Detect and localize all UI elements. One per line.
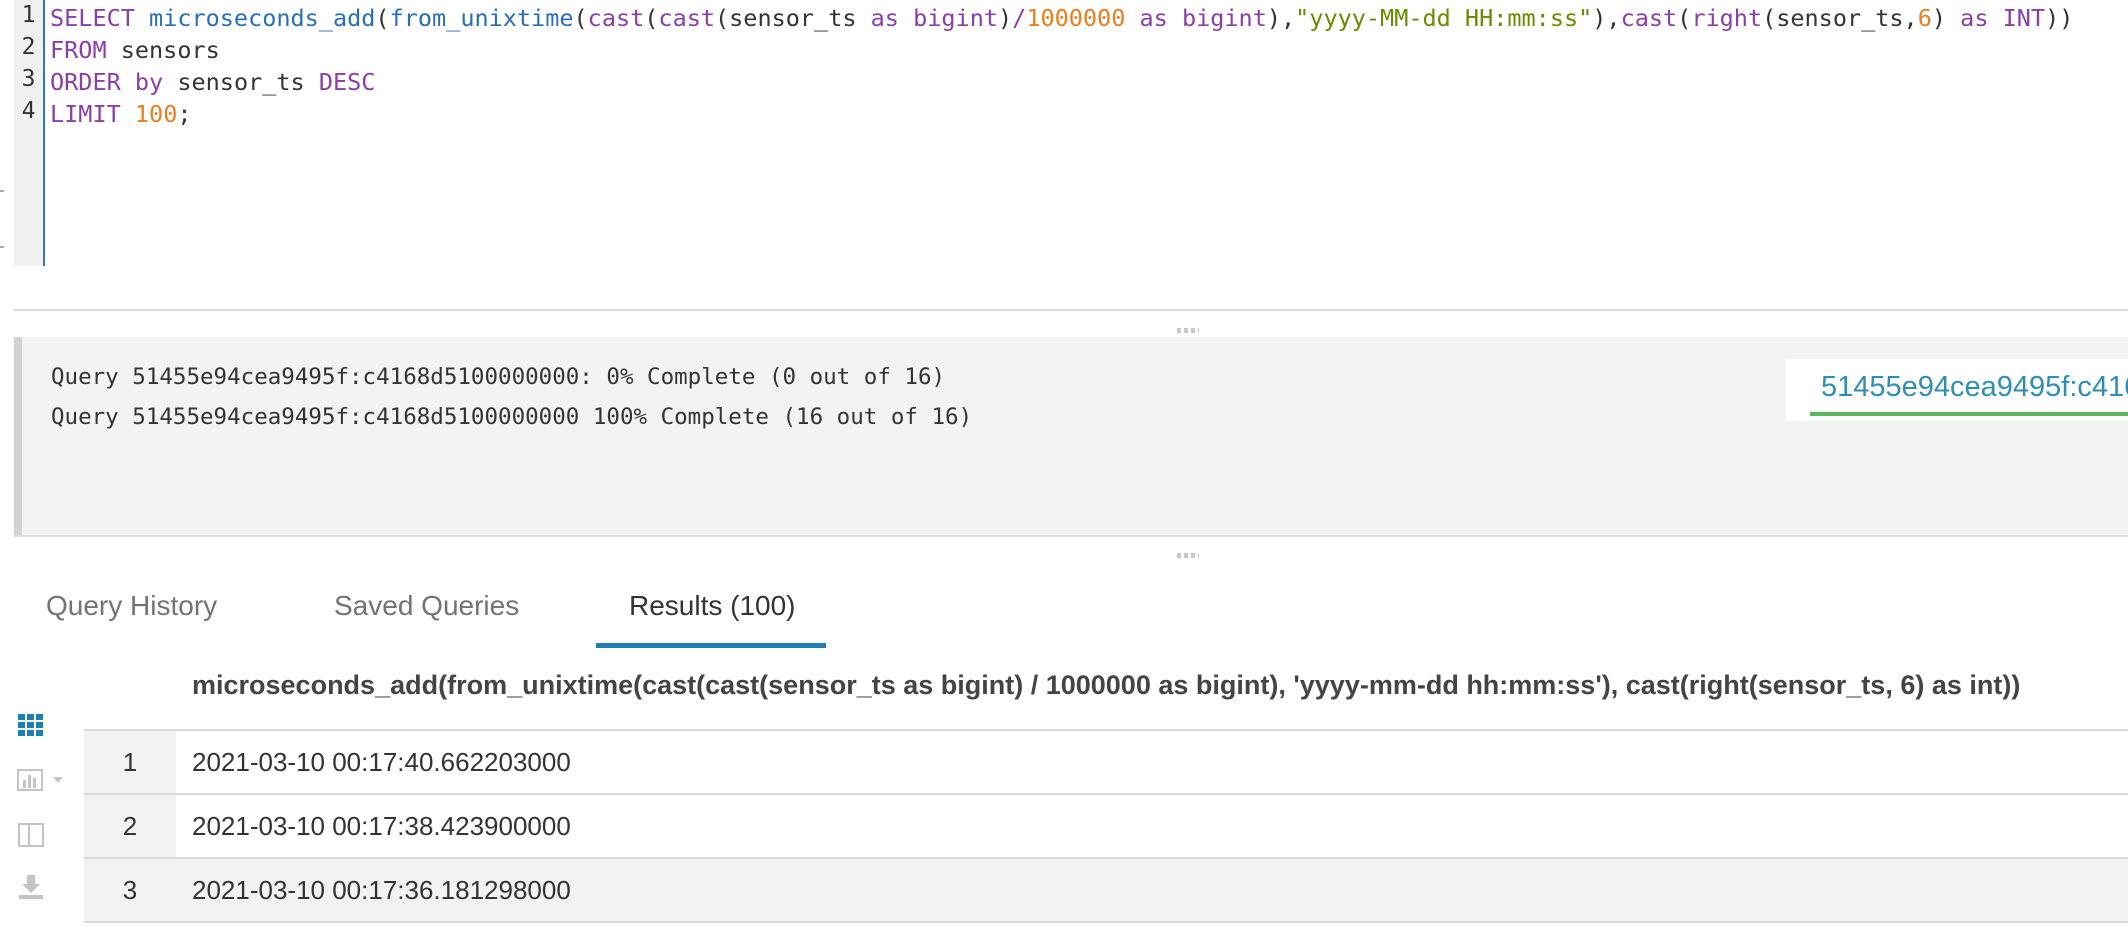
line-number: 1 bbox=[21, 2, 36, 28]
code-text: (sensor_ts bbox=[715, 4, 871, 32]
bar-chart-icon[interactable] bbox=[16, 765, 72, 795]
query-id-link[interactable]: 51455e94cea9495f:c4168 bbox=[1821, 371, 2128, 404]
row-number: 2 bbox=[84, 795, 176, 857]
sql-keyword: as bbox=[1960, 4, 1989, 32]
sql-number: 100 bbox=[134, 100, 178, 128]
code-text: ( bbox=[1677, 4, 1692, 32]
cell-value[interactable]: 2021-03-10 00:17:38.423900000 bbox=[192, 795, 571, 857]
sql-function: cast bbox=[1620, 4, 1678, 32]
sql-keyword: SELECT bbox=[50, 4, 135, 32]
code-text: sensors bbox=[106, 36, 220, 64]
sql-function: microseconds_add bbox=[149, 4, 376, 32]
code-text: ( bbox=[573, 4, 588, 32]
cell-value[interactable]: 2021-03-10 00:17:36.181298000 bbox=[192, 859, 571, 921]
row-number: 3 bbox=[84, 859, 176, 921]
line-number: 4 bbox=[21, 98, 36, 124]
sql-function: cast bbox=[587, 4, 645, 32]
line-number-gutter: 1 2 3 4 bbox=[14, 0, 45, 266]
log-divider bbox=[14, 535, 2128, 537]
code-text: sensor_ts bbox=[163, 68, 319, 96]
table-row[interactable]: 2 2021-03-10 00:17:38.423900000 bbox=[84, 793, 2128, 857]
code-text: (sensor_ts, bbox=[1762, 4, 1918, 32]
sql-keyword: by bbox=[134, 68, 164, 96]
line-number: 2 bbox=[21, 34, 36, 60]
row-number: 1 bbox=[84, 731, 176, 793]
tab-results[interactable]: Results (100) bbox=[629, 590, 796, 622]
download-icon[interactable] bbox=[16, 872, 46, 902]
code-line-4: LIMIT 100; bbox=[50, 98, 192, 130]
sql-function: right bbox=[1691, 4, 1763, 32]
code-text: ), bbox=[1592, 4, 1621, 32]
sql-editor[interactable]: 1 2 3 4 SELECT microseconds_add(from_uni… bbox=[14, 0, 2128, 266]
results-column-header[interactable]: microseconds_add(from_unixtime(cast(cast… bbox=[192, 670, 2020, 701]
resize-handle[interactable] bbox=[1177, 553, 1199, 558]
editor-divider bbox=[14, 309, 2128, 311]
code-text: ( bbox=[644, 4, 659, 32]
code-text: ) bbox=[1931, 4, 1961, 32]
sql-keyword: FROM bbox=[50, 36, 107, 64]
resize-handle[interactable] bbox=[1177, 328, 1199, 333]
table-row[interactable]: 3 2021-03-10 00:17:36.181298000 bbox=[84, 857, 2128, 923]
sql-keyword: DESC bbox=[318, 68, 376, 96]
sql-string: "yyyy-MM-dd HH:mm:ss" bbox=[1295, 4, 1593, 32]
sql-function: from_unixtime bbox=[389, 4, 574, 32]
log-line: Query 51455e94cea9495f:c4168d5100000000 … bbox=[51, 404, 973, 430]
code-text: ), bbox=[1266, 4, 1296, 32]
sql-number: 1000000 bbox=[1026, 4, 1126, 32]
code-line-1: SELECT microseconds_add(from_unixtime(ca… bbox=[50, 2, 2073, 34]
code-text: ( bbox=[375, 4, 390, 32]
grid-icon[interactable] bbox=[16, 710, 46, 740]
sql-keyword: as bbox=[1139, 4, 1168, 32]
sql-function: cast bbox=[658, 4, 716, 32]
sql-keyword: ORDER bbox=[50, 68, 121, 96]
table-row[interactable]: 1 2021-03-10 00:17:40.662203000 bbox=[84, 729, 2128, 793]
tab-saved-queries[interactable]: Saved Queries bbox=[334, 590, 519, 622]
query-id-box: 51455e94cea9495f:c4168 bbox=[1786, 359, 2128, 421]
query-log-panel: Query 51455e94cea9495f:c4168d5100000000:… bbox=[14, 337, 2128, 537]
code-text: ) bbox=[998, 4, 1013, 32]
sql-keyword: LIMIT bbox=[50, 100, 121, 128]
tab-query-history[interactable]: Query History bbox=[46, 590, 217, 622]
code-line-3: ORDER by sensor_ts DESC bbox=[50, 66, 375, 98]
sql-type: bigint bbox=[913, 4, 998, 32]
sql-type: INT bbox=[2002, 4, 2046, 32]
code-line-2: FROM sensors bbox=[50, 34, 220, 66]
sql-operator: / bbox=[1012, 4, 1027, 32]
sql-keyword: as bbox=[870, 4, 899, 32]
sql-type: bigint bbox=[1181, 4, 1267, 32]
sql-number: 6 bbox=[1917, 4, 1932, 32]
line-number: 3 bbox=[21, 66, 36, 92]
cell-value[interactable]: 2021-03-10 00:17:40.662203000 bbox=[192, 731, 571, 793]
log-line: Query 51455e94cea9495f:c4168d5100000000:… bbox=[51, 364, 946, 390]
editor-edge-marker bbox=[0, 246, 4, 248]
query-progress-bar bbox=[1810, 412, 2128, 416]
code-text: ; bbox=[177, 100, 192, 128]
active-tab-indicator bbox=[596, 643, 826, 648]
code-text: )) bbox=[2045, 4, 2074, 32]
columns-icon[interactable] bbox=[16, 820, 46, 850]
editor-edge-marker bbox=[0, 190, 4, 192]
